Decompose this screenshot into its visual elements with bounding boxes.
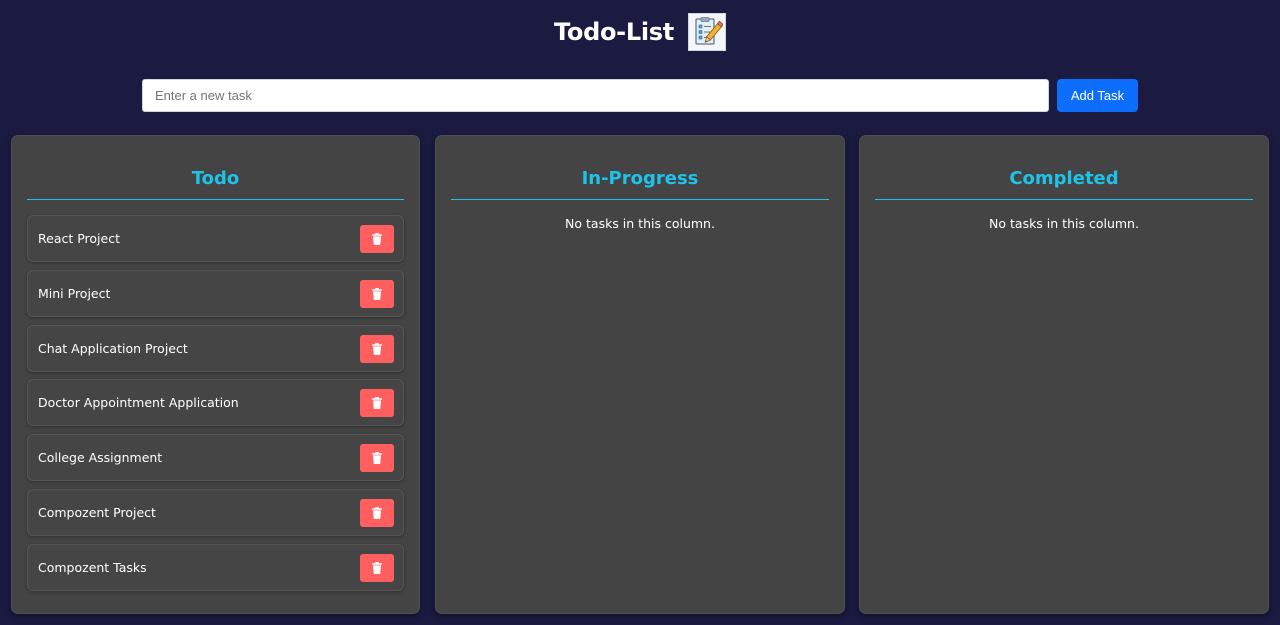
column-title: Todo: [191, 168, 240, 189]
add-task-button[interactable]: Add Task: [1057, 79, 1138, 112]
in-progress-column: In-Progress No tasks in this column.: [435, 135, 845, 614]
delete-task-button[interactable]: [360, 279, 394, 308]
checklist-pencil-icon: [687, 13, 726, 51]
task-card[interactable]: Compozent Tasks: [27, 543, 404, 591]
task-label: Chat Application Project: [38, 340, 188, 356]
completed-column: Completed No tasks in this column.: [859, 135, 1269, 614]
task-card[interactable]: Chat Application Project: [27, 324, 404, 372]
add-task-form: Add Task: [142, 79, 1138, 112]
column-divider: [451, 199, 829, 200]
todo-column: Todo React Project Mini Project Chat App…: [11, 135, 420, 614]
task-card[interactable]: Mini Project: [27, 269, 404, 317]
task-card[interactable]: React Project: [27, 215, 404, 262]
empty-column-message: No tasks in this column.: [565, 216, 715, 231]
column-title: In-Progress: [581, 168, 699, 189]
column-divider: [875, 199, 1253, 200]
task-card[interactable]: Compozent Project: [27, 488, 404, 536]
delete-task-button[interactable]: [360, 553, 394, 582]
task-label: Compozent Tasks: [38, 559, 147, 575]
trash-icon: [372, 287, 382, 300]
delete-task-button[interactable]: [360, 389, 394, 418]
task-label: Mini Project: [38, 285, 111, 301]
new-task-input[interactable]: [142, 79, 1049, 112]
trash-icon: [372, 452, 382, 465]
delete-task-button[interactable]: [360, 444, 394, 473]
column-divider: [27, 199, 404, 200]
task-card[interactable]: College Assignment: [27, 434, 404, 482]
task-label: College Assignment: [38, 450, 163, 466]
trash-icon: [372, 506, 382, 519]
task-card[interactable]: Doctor Appointment Application: [27, 379, 404, 427]
page-title: Todo-List: [554, 18, 674, 46]
trash-icon: [372, 561, 382, 574]
task-list: React Project Mini Project Chat Applicat…: [27, 215, 404, 599]
trash-icon: [372, 233, 382, 245]
trash-icon: [372, 342, 382, 355]
delete-task-button[interactable]: [360, 334, 394, 363]
task-label: React Project: [38, 231, 120, 246]
delete-task-button[interactable]: [360, 498, 394, 527]
trash-icon: [372, 397, 382, 410]
delete-task-button[interactable]: [360, 225, 394, 253]
column-title: Completed: [1009, 168, 1119, 189]
task-label: Compozent Project: [38, 504, 156, 520]
header: Todo-List: [0, 12, 1280, 52]
empty-column-message: No tasks in this column.: [989, 216, 1139, 231]
task-label: Doctor Appointment Application: [38, 395, 239, 411]
